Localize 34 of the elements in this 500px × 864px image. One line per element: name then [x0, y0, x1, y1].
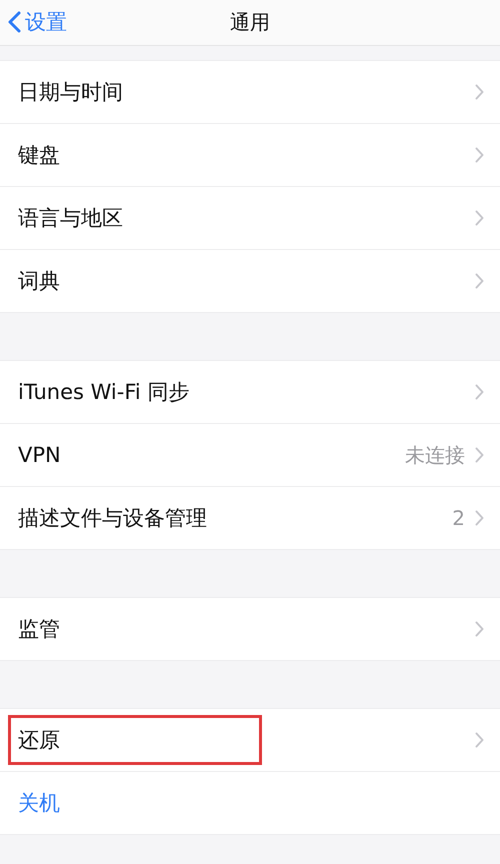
- page-title: 通用: [230, 9, 270, 36]
- settings-row[interactable]: 描述文件与设备管理 2: [0, 486, 500, 549]
- row-label: VPN: [18, 443, 62, 467]
- settings-row[interactable]: 监管: [0, 598, 500, 660]
- chevron-icon: [475, 621, 484, 637]
- row-label: 还原: [18, 727, 61, 754]
- back-chevron-icon: [8, 11, 21, 33]
- row-label: 日期与时间: [18, 79, 124, 106]
- settings-row[interactable]: iTunes Wi-Fi 同步: [0, 361, 500, 423]
- chevron-icon: [475, 732, 484, 748]
- row-label: 语言与地区: [18, 205, 124, 232]
- chevron-icon: [475, 384, 484, 400]
- settings-row[interactable]: 键盘: [0, 123, 500, 186]
- row-label: 关机: [18, 790, 61, 817]
- settings-row[interactable]: 日期与时间: [0, 61, 500, 123]
- row-value: 2: [452, 506, 465, 530]
- chevron-icon: [475, 273, 484, 289]
- chevron-icon: [475, 147, 484, 163]
- chevron-icon: [475, 447, 484, 463]
- back-button[interactable]: 设置: [4, 0, 71, 44]
- chevron-icon: [475, 510, 484, 526]
- row-label: 键盘: [18, 142, 61, 169]
- row-label: 词典: [18, 268, 61, 295]
- settings-row[interactable]: 语言与地区: [0, 186, 500, 249]
- settings-row[interactable]: VPN 未连接: [0, 423, 500, 486]
- settings-row[interactable]: 还原: [0, 709, 500, 771]
- chevron-icon: [475, 210, 484, 226]
- settings-row[interactable]: 词典: [0, 249, 500, 312]
- chevron-icon: [475, 84, 484, 100]
- row-label: 监管: [18, 616, 61, 643]
- row-label: 描述文件与设备管理: [18, 505, 208, 532]
- settings-row[interactable]: 关机: [0, 771, 500, 834]
- row-label: iTunes Wi-Fi 同步: [18, 379, 190, 406]
- row-value: 未连接: [405, 442, 465, 468]
